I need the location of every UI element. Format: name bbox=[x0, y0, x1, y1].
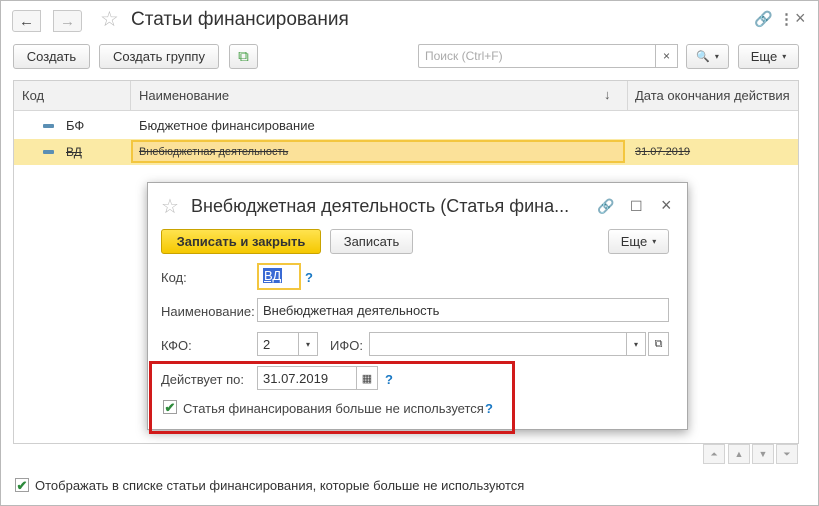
search-icon: 🔍 bbox=[696, 51, 710, 63]
cell-code: ВД bbox=[66, 145, 82, 159]
ifo-dropdown-button[interactable]: ▾ bbox=[626, 332, 646, 356]
link-icon[interactable]: 🔗 bbox=[754, 10, 773, 28]
favorite-star-icon[interactable]: ☆ bbox=[161, 194, 179, 219]
cell-code: БФ bbox=[66, 118, 85, 133]
link-icon[interactable]: 🔗 bbox=[597, 198, 614, 215]
show-unused-checkbox[interactable]: ✔ bbox=[15, 478, 29, 492]
create-group-button[interactable]: Создать группу bbox=[99, 44, 219, 69]
search-clear-button[interactable]: × bbox=[655, 44, 678, 68]
unused-label[interactable]: Статья финансирования больше не использу… bbox=[183, 401, 484, 416]
cell-name: Бюджетное финансирование bbox=[139, 118, 315, 133]
table-row[interactable]: БФ Бюджетное финансирование bbox=[14, 113, 798, 139]
arrow-right-icon: → bbox=[60, 12, 75, 30]
scroll-down-icon: ▼ bbox=[758, 449, 768, 459]
cell-name: Внебюджетная деятельность bbox=[139, 146, 289, 158]
ifo-input[interactable] bbox=[369, 332, 627, 356]
column-header-code[interactable]: Код bbox=[22, 88, 44, 103]
column-divider bbox=[130, 81, 131, 111]
cell-end-date: 31.07.2019 bbox=[635, 146, 691, 158]
scroll-up-button[interactable]: ▲ bbox=[728, 444, 750, 464]
close-icon[interactable]: × bbox=[795, 8, 806, 29]
close-icon[interactable]: × bbox=[661, 195, 672, 216]
valid-until-label: Действует по: bbox=[161, 372, 244, 387]
copy-button[interactable]: ⧉ bbox=[229, 44, 258, 69]
scroll-bottom-button[interactable]: ⏷ bbox=[776, 444, 798, 464]
valid-until-help-icon[interactable]: ? bbox=[385, 372, 393, 387]
open-icon: ⧉ bbox=[654, 337, 663, 350]
page-title: Статьи финансирования bbox=[131, 9, 349, 30]
show-unused-label[interactable]: Отображать в списке статьи финансировани… bbox=[35, 478, 524, 493]
item-icon bbox=[43, 150, 54, 154]
favorite-star-icon[interactable]: ☆ bbox=[100, 7, 119, 32]
clear-icon: × bbox=[662, 49, 670, 63]
more-button-label: Еще bbox=[620, 234, 648, 249]
item-icon bbox=[43, 124, 54, 128]
code-input[interactable]: ВД bbox=[257, 263, 301, 290]
kfo-dropdown-button[interactable]: ▾ bbox=[298, 332, 318, 356]
calendar-icon: ▦ bbox=[361, 372, 373, 385]
name-label: Наименование: bbox=[161, 304, 255, 319]
check-icon: ✔ bbox=[164, 399, 176, 415]
check-icon: ✔ bbox=[16, 477, 28, 493]
table-header: Код Наименование ↓ Дата окончания действ… bbox=[14, 81, 798, 111]
dialog-more-button[interactable]: Еще ▾ bbox=[608, 229, 669, 254]
name-input[interactable]: Внебюджетная деятельность bbox=[257, 298, 669, 322]
forward-button[interactable]: → bbox=[53, 10, 82, 32]
scroll-bottom-icon: ⏷ bbox=[783, 448, 791, 459]
search-input[interactable]: Поиск (Ctrl+F) bbox=[418, 44, 656, 68]
ifo-label: ИФО: bbox=[330, 338, 363, 353]
chevron-down-icon: ▾ bbox=[714, 52, 719, 61]
column-divider bbox=[627, 81, 628, 111]
valid-until-input[interactable]: 31.07.2019 bbox=[257, 366, 357, 390]
scroll-top-button[interactable]: ⏶ bbox=[703, 444, 725, 464]
chevron-down-icon: ▾ bbox=[305, 339, 310, 349]
unused-checkbox[interactable]: ✔ bbox=[163, 400, 177, 414]
code-value: ВД bbox=[263, 268, 283, 283]
dialog-title: Внебюджетная деятельность (Статья фина..… bbox=[191, 196, 570, 216]
unused-help-icon[interactable]: ? bbox=[485, 401, 493, 416]
kfo-label: КФО: bbox=[161, 338, 192, 353]
column-header-name[interactable]: Наименование bbox=[139, 88, 229, 103]
more-actions-icon[interactable]: ⋮ bbox=[779, 10, 794, 28]
create-button[interactable]: Создать bbox=[13, 44, 90, 69]
column-header-end-date[interactable]: Дата окончания действия bbox=[635, 88, 790, 103]
calendar-button[interactable]: ▦ bbox=[356, 366, 378, 390]
code-label: Код: bbox=[161, 270, 187, 285]
more-button[interactable]: Еще ▾ bbox=[738, 44, 799, 69]
scroll-top-icon: ⏶ bbox=[710, 448, 718, 459]
ifo-open-button[interactable]: ⧉ bbox=[648, 332, 669, 356]
chevron-down-icon: ▾ bbox=[652, 237, 657, 246]
chevron-down-icon: ▾ bbox=[782, 52, 787, 61]
scroll-down-button[interactable]: ▼ bbox=[752, 444, 774, 464]
code-help-icon[interactable]: ? bbox=[305, 270, 313, 285]
table-row-selected[interactable]: ВД Внебюджетная деятельность 31.07.2019 bbox=[14, 139, 798, 165]
back-button[interactable]: ← bbox=[12, 10, 41, 32]
search-button[interactable]: 🔍 ▾ bbox=[686, 44, 729, 69]
save-button[interactable]: Записать bbox=[330, 229, 413, 254]
chevron-down-icon: ▾ bbox=[633, 339, 638, 349]
sort-descending-icon[interactable]: ↓ bbox=[604, 87, 611, 102]
item-dialog: ☆ Внебюджетная деятельность (Статья фина… bbox=[147, 182, 688, 434]
arrow-left-icon: ← bbox=[19, 12, 34, 30]
copy-icon: ⧉ bbox=[238, 48, 249, 65]
save-and-close-button[interactable]: Записать и закрыть bbox=[161, 229, 321, 254]
kfo-input[interactable]: 2 bbox=[257, 332, 299, 356]
scroll-up-icon: ▲ bbox=[734, 449, 744, 459]
maximize-icon[interactable]: ☐ bbox=[630, 198, 643, 215]
more-button-label: Еще bbox=[750, 49, 778, 64]
